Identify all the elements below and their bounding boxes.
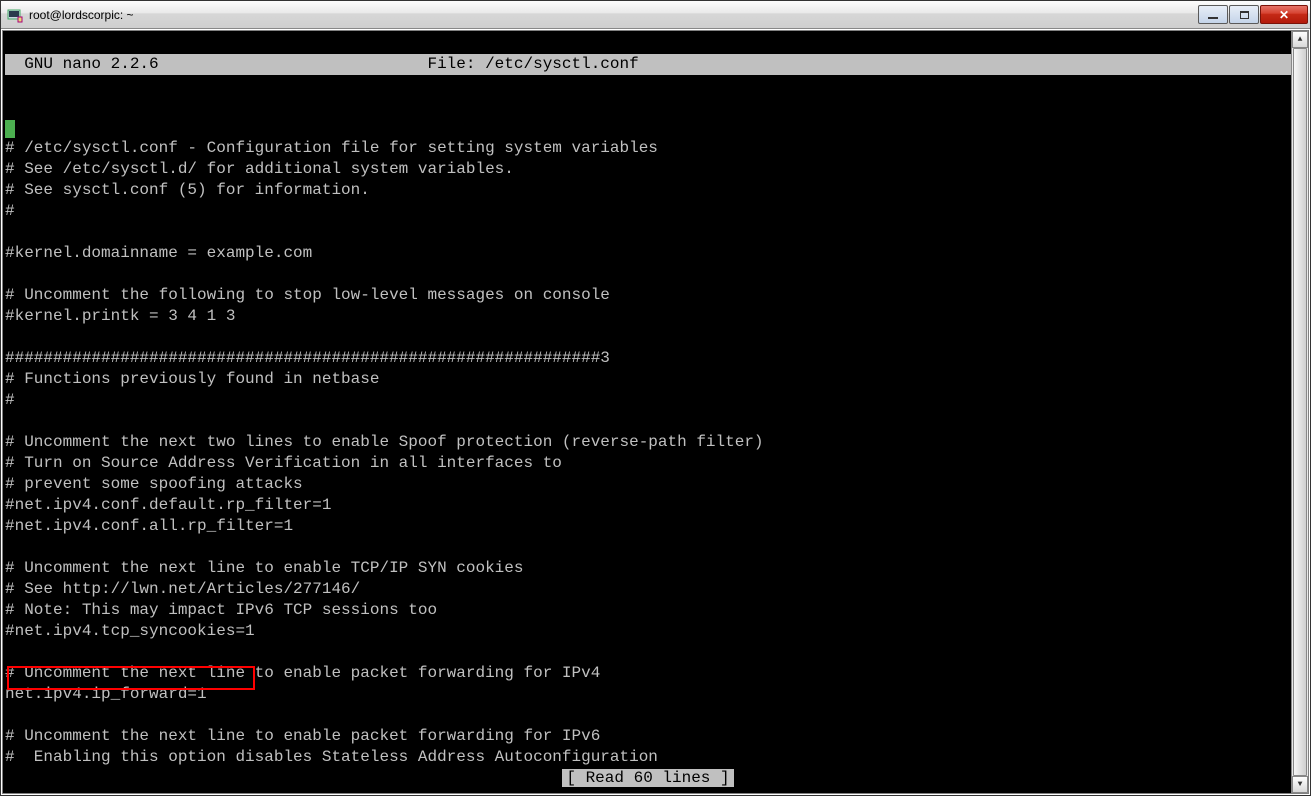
window-title: root@lordscorpic: ~ [29,8,1197,22]
scroll-track[interactable] [1292,48,1308,776]
editor-line: # Enabling this option disables Stateles… [5,748,658,766]
text-cursor [5,120,15,138]
editor-line: # Turn on Source Address Verification in… [5,454,562,472]
editor-line: #net.ipv4.conf.all.rp_filter=1 [5,517,293,535]
putty-window: root@lordscorpic: ~ ✕ GNU nano 2.2.6 Fil… [0,0,1311,796]
close-button[interactable]: ✕ [1260,5,1308,24]
editor-line: # Note: This may impact IPv6 TCP session… [5,601,437,619]
scroll-down-button[interactable]: ▼ [1292,776,1308,793]
editor-line: # Uncomment the next line to enable TCP/… [5,559,523,577]
editor-line: # Uncomment the next two lines to enable… [5,433,764,451]
nano-file-label: File: /etc/sysctl.conf [427,55,638,73]
editor-line: # [5,391,15,409]
editor-line: #kernel.domainname = example.com [5,244,312,262]
editor-line: # Functions previously found in netbase [5,370,379,388]
nano-header: GNU nano 2.2.6 File: /etc/sysctl.conf [5,54,1291,75]
nano-status-row: [ Read 60 lines ] [5,768,1291,789]
scroll-thumb[interactable] [1293,48,1307,776]
editor-line: net.ipv4.ip_forward=1 [5,685,207,703]
editor-line: # prevent some spoofing attacks [5,475,303,493]
nano-version: GNU nano 2.2.6 [5,55,159,73]
editor-line: # See sysctl.conf (5) for information. [5,181,370,199]
editor-line: #kernel.printk = 3 4 1 3 [5,307,235,325]
editor-line: # See /etc/sysctl.d/ for additional syst… [5,160,514,178]
window-titlebar[interactable]: root@lordscorpic: ~ ✕ [1,1,1310,29]
editor-line: # Uncomment the next line to enable pack… [5,727,600,745]
putty-icon [7,7,23,23]
editor-line: # [5,202,15,220]
nano-status-message: [ Read 60 lines ] [562,769,733,787]
editor-line: #net.ipv4.tcp_syncookies=1 [5,622,255,640]
editor-line: # /etc/sysctl.conf - Configuration file … [5,139,658,157]
maximize-button[interactable] [1229,5,1259,24]
terminal-surface[interactable]: GNU nano 2.2.6 File: /etc/sysctl.conf # … [3,31,1291,793]
vertical-scrollbar[interactable]: ▲ ▼ [1291,31,1308,793]
window-controls: ✕ [1197,5,1308,24]
editor-line: ########################################… [5,349,610,367]
editor-line: # Uncomment the following to stop low-le… [5,286,610,304]
editor-line: #net.ipv4.conf.default.rp_filter=1 [5,496,331,514]
terminal-container: GNU nano 2.2.6 File: /etc/sysctl.conf # … [2,30,1309,794]
editor-line: # Uncomment the next line to enable pack… [5,664,600,682]
minimize-button[interactable] [1198,5,1228,24]
editor-line: # See http://lwn.net/Articles/277146/ [5,580,360,598]
scroll-up-button[interactable]: ▲ [1292,31,1308,48]
